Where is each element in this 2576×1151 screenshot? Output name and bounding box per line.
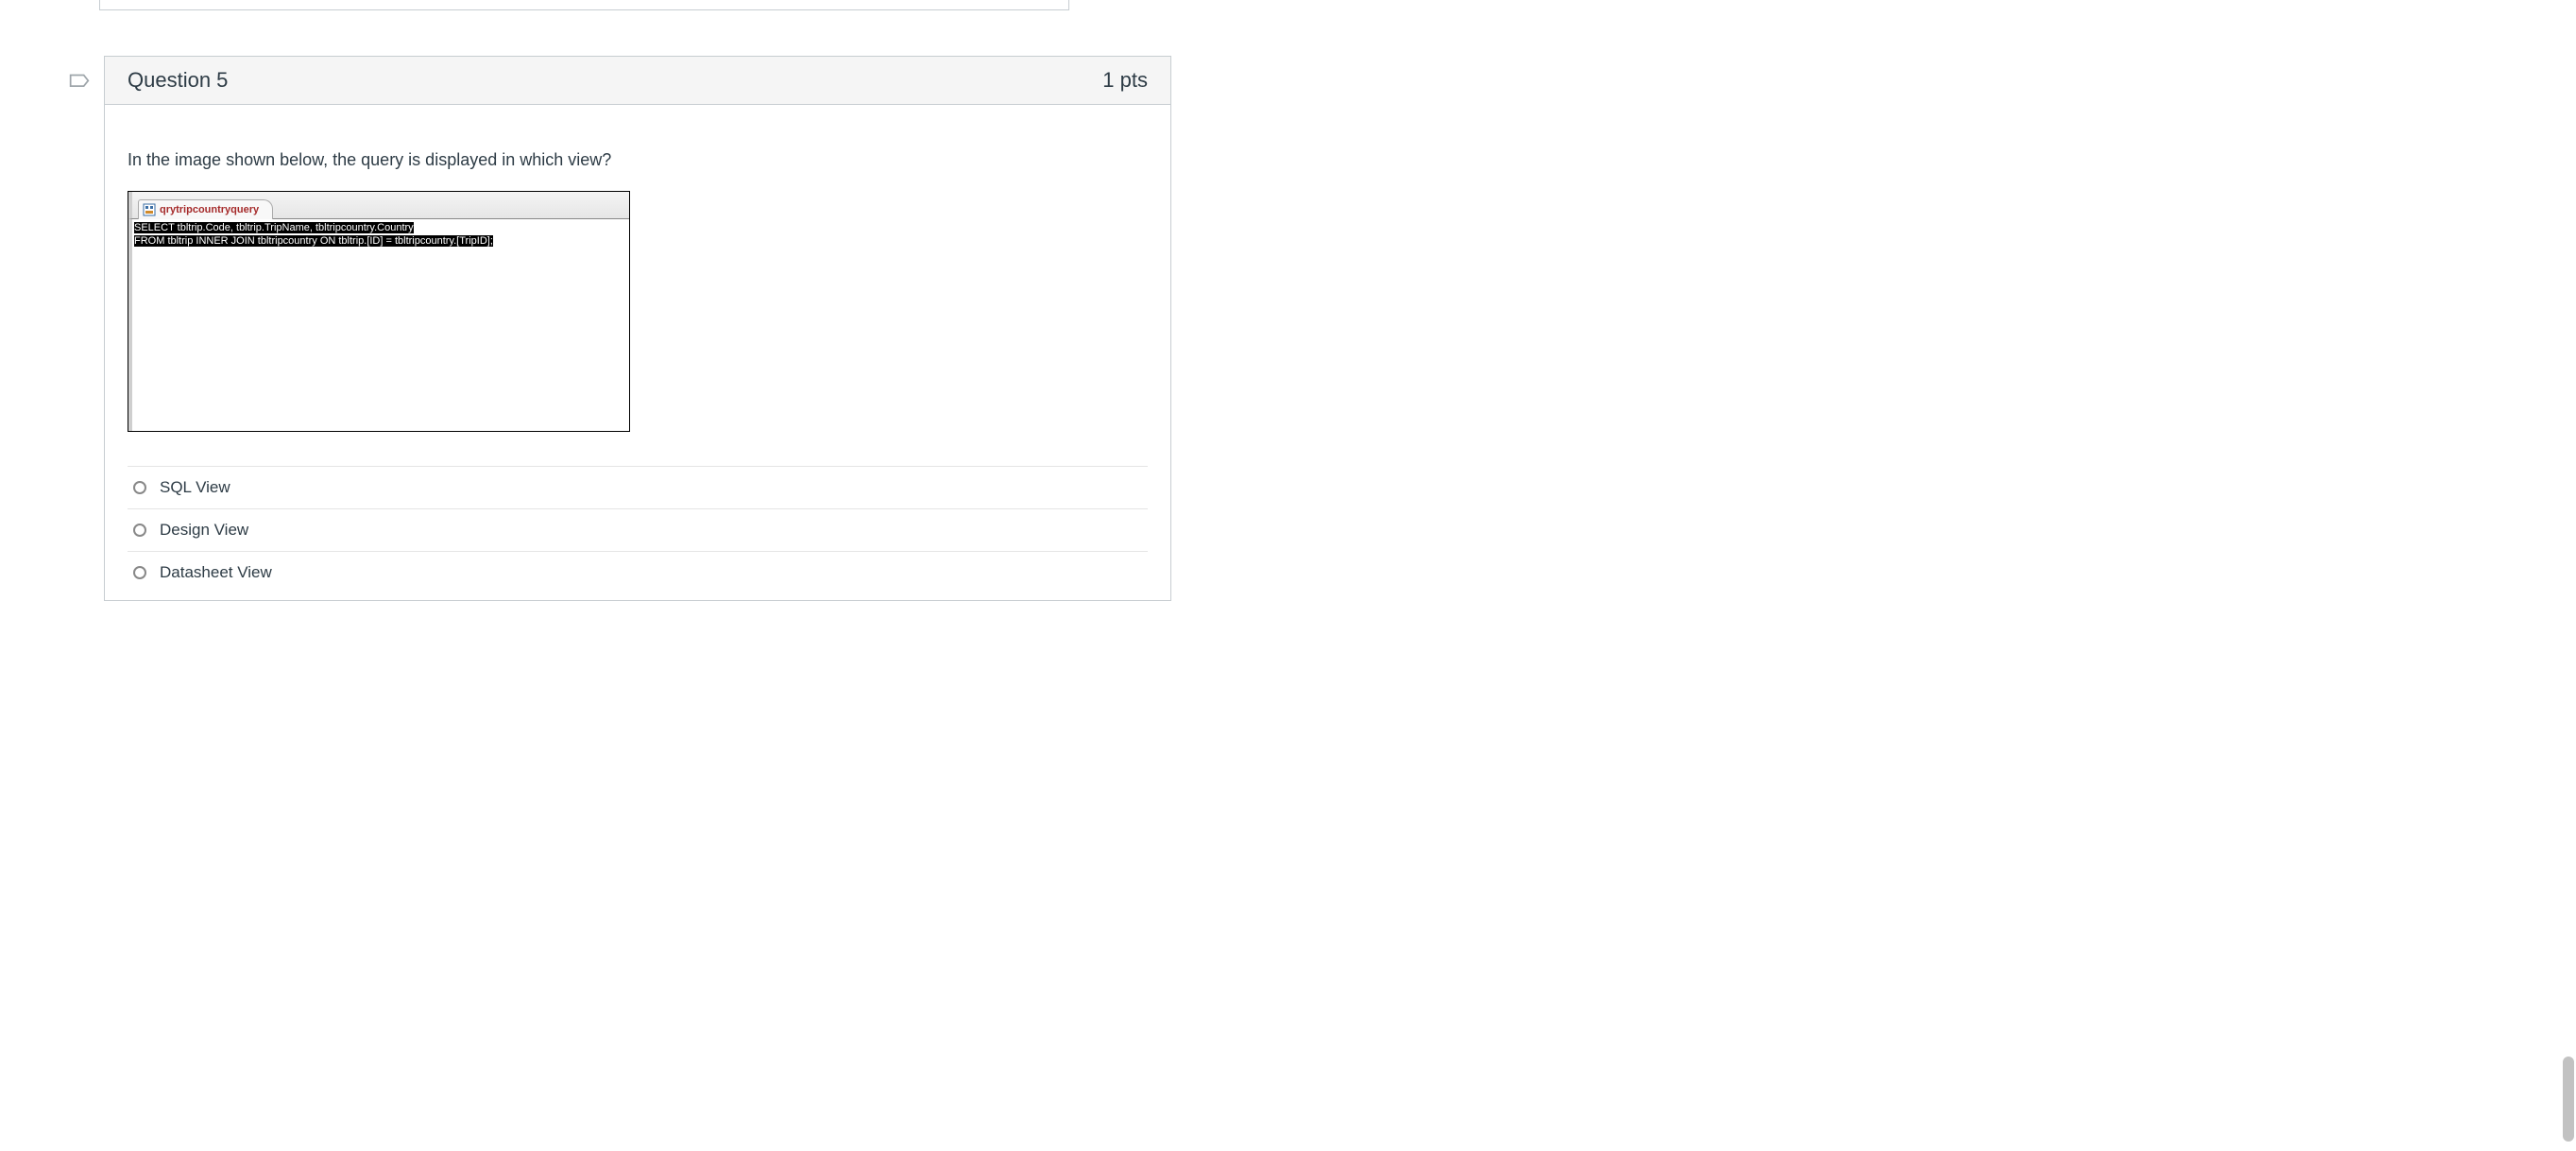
sql-tab-label: qrytripcountryquery xyxy=(160,204,259,215)
question-body: In the image shown below, the query is d… xyxy=(105,105,1170,600)
radio-icon[interactable] xyxy=(133,566,146,579)
flag-icon[interactable] xyxy=(66,72,93,98)
sql-code: SELECT tbltrip.Code, tbltrip.TripName, t… xyxy=(134,221,627,248)
option-label: Design View xyxy=(160,521,248,540)
option-label: Datasheet View xyxy=(160,563,272,582)
query-icon xyxy=(143,203,156,216)
scrollbar-thumb[interactable] xyxy=(2563,1057,2574,1142)
question-header: Question 5 1 pts xyxy=(105,57,1170,105)
radio-icon[interactable] xyxy=(133,481,146,494)
option-sql-view[interactable]: SQL View xyxy=(128,466,1148,508)
question-points: 1 pts xyxy=(1102,68,1148,93)
sql-tabbar: qrytripcountryquery xyxy=(128,192,629,219)
scrollbar[interactable] xyxy=(2561,0,2576,1151)
option-datasheet-view[interactable]: Datasheet View xyxy=(128,551,1148,594)
question-title: Question 5 xyxy=(128,68,228,93)
sql-line-2: FROM tbltrip INNER JOIN tbltripcountry O… xyxy=(134,235,493,247)
answer-options: SQL View Design View Datasheet View xyxy=(128,466,1148,594)
question-prompt: In the image shown below, the query is d… xyxy=(128,150,1148,170)
radio-icon[interactable] xyxy=(133,524,146,537)
sql-line-1: SELECT tbltrip.Code, tbltrip.TripName, t… xyxy=(134,222,414,233)
option-label: SQL View xyxy=(160,478,230,497)
question-card: Question 5 1 pts In the image shown belo… xyxy=(104,56,1171,601)
previous-question-card-bottom xyxy=(99,0,1069,10)
sql-window: qrytripcountryquery SELECT tbltrip.Code,… xyxy=(128,191,630,432)
sql-area: SELECT tbltrip.Code, tbltrip.TripName, t… xyxy=(128,219,629,431)
sql-tab: qrytripcountryquery xyxy=(138,199,273,219)
option-design-view[interactable]: Design View xyxy=(128,508,1148,551)
